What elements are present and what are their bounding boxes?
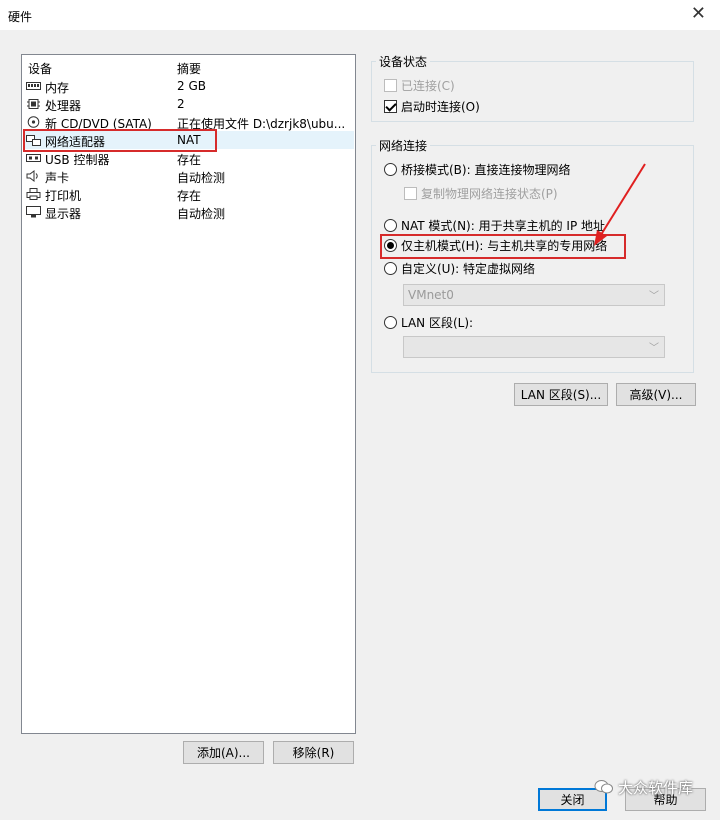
lan-segment-radio-circle <box>384 315 397 329</box>
device-row-display[interactable]: 显示器 自动检测 <box>23 203 354 221</box>
replicate-state-checkbox-box <box>404 186 417 200</box>
window-title: 硬件 <box>8 10 33 24</box>
cd-dvd-icon <box>27 116 40 128</box>
connected-checkbox[interactable]: 已连接(C) <box>384 76 455 94</box>
device-summary: 自动检测 <box>177 207 226 221</box>
processor-icon <box>27 99 40 109</box>
device-list-header: 设备 摘要 <box>22 58 355 76</box>
device-row-usb-controller[interactable]: USB 控制器 存在 <box>23 149 354 167</box>
replicate-state-label: 复制物理网络连接状态(P) <box>421 186 558 201</box>
custom-network-radio-circle <box>384 261 397 275</box>
red-arrow-annotation <box>594 163 646 246</box>
device-row-network-adapter[interactable]: 网络适配器 NAT <box>23 131 354 149</box>
nat-mode-radio[interactable]: NAT 模式(N): 用于共享主机的 IP 地址 <box>384 216 605 234</box>
column-header-device[interactable]: 设备 <box>28 60 52 77</box>
column-header-summary[interactable]: 摘要 <box>177 60 201 77</box>
wechat-icon <box>594 780 613 794</box>
device-name: 处理器 <box>45 99 82 113</box>
monitor-icon <box>26 206 41 218</box>
device-status-title: 设备状态 <box>376 53 431 70</box>
connected-checkbox-box <box>384 78 397 92</box>
custom-network-label: 自定义(U): 特定虚拟网络 <box>401 261 536 276</box>
custom-network-select[interactable]: VMnet0 ﹀ <box>403 284 665 306</box>
printer-icon <box>26 188 41 200</box>
chevron-down-icon: ﹀ <box>649 291 659 302</box>
device-name: 网络适配器 <box>45 135 106 149</box>
host-only-mode-radio[interactable]: 仅主机模式(H): 与主机共享的专用网络 <box>384 236 607 254</box>
title-bar: 硬件 ✕ <box>0 0 720 30</box>
device-row-sound-card[interactable]: 声卡 自动检测 <box>23 167 354 185</box>
device-name: 新 CD/DVD (SATA) <box>45 117 152 131</box>
device-name: USB 控制器 <box>45 153 110 167</box>
lan-segments-button[interactable]: LAN 区段(S)... <box>514 383 608 406</box>
custom-network-radio[interactable]: 自定义(U): 特定虚拟网络 <box>384 259 535 277</box>
speaker-icon <box>26 170 38 182</box>
device-row-memory[interactable]: 内存 2 GB <box>23 77 354 95</box>
device-name: 声卡 <box>45 171 70 185</box>
device-summary: 自动检测 <box>177 171 226 185</box>
nat-mode-label: NAT 模式(N): 用于共享主机的 IP 地址 <box>401 218 606 233</box>
device-name: 显示器 <box>45 207 82 221</box>
nat-mode-radio-circle <box>384 218 397 232</box>
lan-segment-label: LAN 区段(L): <box>401 315 474 330</box>
replicate-state-checkbox[interactable]: 复制物理网络连接状态(P) <box>404 184 558 202</box>
connect-at-power-on-label: 启动时连接(O) <box>401 99 480 114</box>
device-summary: 存在 <box>177 189 202 203</box>
network-connection-title: 网络连接 <box>376 137 431 154</box>
remove-device-button[interactable]: 移除(R) <box>273 741 354 764</box>
chevron-down-icon: ﹀ <box>649 343 659 354</box>
device-list[interactable]: 设备 摘要 内存 2 GB 处理器 2 新 CD/DVD (SATA) 正在使用… <box>21 54 356 734</box>
custom-network-value: VMnet0 <box>408 288 454 302</box>
bridged-mode-label: 桥接模式(B): 直接连接物理网络 <box>401 162 571 177</box>
lan-segment-select[interactable]: ﹀ <box>403 336 665 358</box>
connected-label: 已连接(C) <box>401 78 455 93</box>
memory-icon <box>26 82 41 90</box>
device-name: 打印机 <box>45 189 82 203</box>
device-summary: NAT <box>177 133 201 147</box>
lan-segment-radio[interactable]: LAN 区段(L): <box>384 313 473 331</box>
device-summary: 存在 <box>177 153 202 167</box>
device-summary: 2 <box>177 97 185 111</box>
host-only-mode-radio-circle <box>384 238 397 252</box>
watermark-text: 大众软件库 <box>618 778 694 797</box>
device-name: 内存 <box>45 81 70 95</box>
network-adapter-icon <box>26 135 41 146</box>
usb-icon <box>26 154 41 162</box>
add-device-button[interactable]: 添加(A)... <box>183 741 264 764</box>
connect-at-power-on-checkbox[interactable]: 启动时连接(O) <box>384 97 480 115</box>
advanced-button[interactable]: 高级(V)... <box>616 383 696 406</box>
bridged-mode-radio[interactable]: 桥接模式(B): 直接连接物理网络 <box>384 160 570 178</box>
device-summary: 2 GB <box>177 79 206 93</box>
watermark: 大众软件库 <box>594 777 693 797</box>
device-row-printer[interactable]: 打印机 存在 <box>23 185 354 203</box>
device-row-processor[interactable]: 处理器 2 <box>23 95 354 113</box>
device-summary: 正在使用文件 D:\dzrjk8\ubu... <box>177 117 346 131</box>
bridged-mode-radio-circle <box>384 162 397 176</box>
host-only-mode-label: 仅主机模式(H): 与主机共享的专用网络 <box>401 238 608 253</box>
connect-at-power-on-checkbox-box <box>384 99 397 113</box>
device-row-cd-dvd[interactable]: 新 CD/DVD (SATA) 正在使用文件 D:\dzrjk8\ubu... <box>23 113 354 131</box>
close-window-icon[interactable]: ✕ <box>691 3 706 24</box>
